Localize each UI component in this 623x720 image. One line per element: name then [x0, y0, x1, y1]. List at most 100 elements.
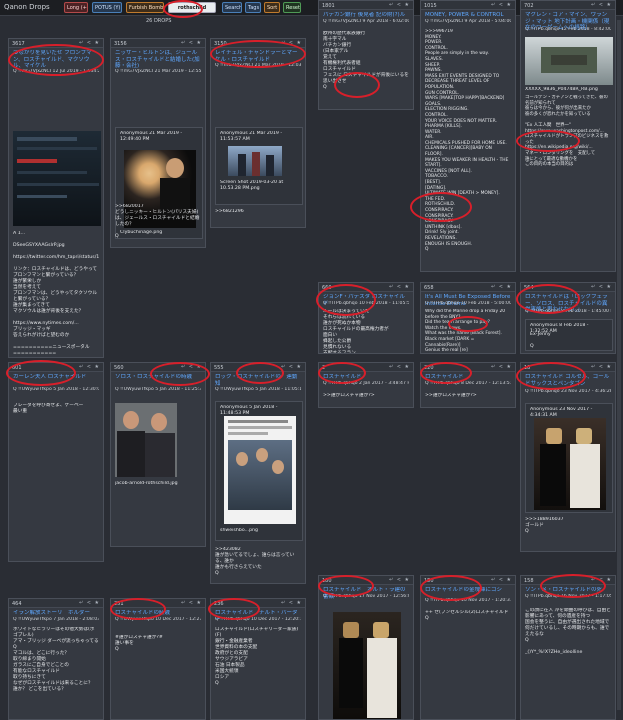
drop-card[interactable]: 3150 ↵ < ★ レイチェル・チャンドラーとマーケル・ロスチャイルド Q !!… [210, 38, 306, 228]
potus-filter-button[interactable]: POTUS (Y) [92, 2, 122, 13]
drop-title[interactable]: ロスチャイルド [425, 374, 511, 381]
drop-meta: Q !!mG7VJxZNCI 9 Apr 2018 - 6:02:00 AM [323, 19, 409, 24]
drop-card[interactable]: 601 ↵ < ★ ガーレン夫人 ロスチャイルド Q !!UWyuwTfkpo 5… [8, 362, 104, 562]
screenshot-image[interactable] [13, 131, 101, 226]
photo-image[interactable] [228, 146, 282, 176]
drop-card[interactable]: 660 ↵ < ★ ジョンF・パデスタ ロスチャイルド Q !!ITPb.qbhq… [318, 282, 414, 354]
drop-body: #誰がロスチャ誰が?# 誰い事を Q [115, 635, 163, 652]
drop-title[interactable]: ロスチャイルドの金塊庫にゴシ [425, 587, 511, 594]
reset-button[interactable]: Reset [283, 2, 301, 13]
photo-image[interactable] [525, 37, 613, 85]
share-icon[interactable]: ↵ < ★ [281, 364, 302, 370]
photo-image[interactable] [115, 403, 177, 477]
drop-title[interactable]: レイチェル・チャンドラーとマーケル・ロスチャイルド [215, 50, 301, 63]
image-filename: jacob-arnold-rothschild.jpg [115, 481, 178, 486]
image-filename: XXXXX_9836_P04748R_RB.png [525, 87, 598, 92]
card-header: 1801 ↵ < ★ [319, 1, 413, 10]
share-icon[interactable]: ↵ < ★ [591, 284, 612, 290]
drop-title[interactable]: パテカン銀行 後見者 記の財(?)ル [323, 12, 409, 19]
drop-title[interactable]: MONEY, POWER & CONTROL [425, 12, 511, 19]
share-icon[interactable]: ↵ < ★ [281, 600, 302, 606]
share-icon[interactable]: ↵ < ★ [281, 40, 302, 46]
share-icon[interactable]: ↵ < ★ [181, 40, 202, 46]
drop-body: Why did the Marine drop a Friday 20 befo… [425, 309, 506, 353]
drop-number: 464 [12, 601, 22, 607]
drop-body: >>423082 誰が急いてるでしょ、誰らは言っている、誰か 誰かも行さらえてい… [215, 547, 295, 576]
drop-title[interactable]: つながりを見いだせ ブロンフマン、ロスチャイルド、マクソウル、マイケル [13, 50, 99, 70]
tweet-screenshot-image[interactable] [224, 416, 296, 524]
drop-title[interactable]: ロスチャイルド [323, 374, 409, 381]
drop-card[interactable]: 236 ↵ < ★ ロスチャイルド ナルト・バーター Q !!ITPb.qbhqo… [210, 598, 306, 720]
drop-count: 26 DROPS [146, 18, 172, 24]
photo-image[interactable] [333, 612, 401, 719]
drop-body-area: >>6820017 どうしニッキー・ヒルトン(パリス夫婦)は、ジェールス・ロスチ… [110, 200, 206, 248]
sort-button[interactable]: Sort [264, 2, 280, 13]
scrollbar[interactable] [617, 20, 621, 710]
search-input[interactable]: rothschild [168, 2, 216, 13]
drop-card[interactable]: 564 ↵ < ★ ロスチャイルドは「ロックフェラー、ソロス、ロスチャイルドの異常… [520, 282, 616, 354]
drop-card[interactable]: 158 ↵ < ★ ソン・メ・ロスチャイルドの死 Q !!ITPb.qbhqo 1… [520, 575, 616, 720]
share-icon[interactable]: ↵ < ★ [591, 2, 612, 8]
share-icon[interactable]: ↵ < ★ [79, 364, 100, 370]
share-icon[interactable]: ↵ < ★ [491, 284, 512, 290]
drop-title[interactable]: ソロス・ロスチャイルドの時歳 [115, 374, 201, 381]
drop-number: 1015 [424, 3, 437, 9]
drop-title[interactable]: ニッサー・ヒルトンは、ジュールス・ロスチャイルドと結婚した(加藤・会社) [115, 50, 201, 70]
app-title: Qanon Drops [4, 3, 50, 11]
drop-number: 601 [12, 365, 22, 371]
share-icon[interactable]: ↵ < ★ [389, 364, 410, 370]
drop-card[interactable]: 658 ↵ < ★ It's All Must Be Exposed Before… [420, 282, 516, 354]
drop-title[interactable]: ソン・メ・ロスチャイルドの死 [525, 587, 611, 594]
drop-meta: Q !!ITPb.qbhqo 17 Nov 2017 - 12:56:08 AM [323, 594, 409, 599]
card-header: 1015 ↵ < ★ [421, 1, 515, 10]
share-icon[interactable]: ↵ < ★ [79, 40, 100, 46]
share-icon[interactable]: ↵ < ★ [389, 284, 410, 290]
furbish-filter-button[interactable]: Furbish Bomb [126, 2, 164, 13]
card-header: 702 ↵ < ★ [521, 1, 615, 10]
photo-image[interactable] [534, 418, 606, 510]
drop-meta: Q !!mG7VJxZNCI 9 Apr 2018 - 5:04:00 AM [425, 19, 511, 24]
drop-card[interactable]: 2 ↵ < ★ ロスチャイルド Q !!ITPb.qbhqo 2 Jan 2017… [318, 362, 414, 408]
drop-card[interactable]: 180 ↵ < ★ ロスチャイルド オルト・ラ建の書類 Q !!ITPb.qbhq… [318, 575, 414, 720]
drop-card[interactable]: 1801 ↵ < ★ パテカン銀行 後見者 記の財(?)ル Q !!mG7VJxZ… [318, 0, 414, 110]
drop-card[interactable]: 150 ↵ < ★ ロスチャイルドの金塊庫にゴシ Q !!ITPb.qbhqo 1… [420, 575, 516, 720]
drop-title[interactable]: イラン解放ストーリ ホルダー [13, 610, 99, 617]
drop-title[interactable]: ロック・ロスチャイルドの 連動知 [215, 374, 301, 387]
card-header: 3617 ↵ < ★ [9, 39, 103, 48]
drop-card[interactable]: 220 ↵ < ★ ロスチャイルド Q !!ITPb.qbhqo 8 Dec 20… [420, 362, 516, 408]
drop-title[interactable]: ロスチャイルドの時歳 [115, 610, 201, 617]
share-icon[interactable]: ↵ < ★ [491, 364, 512, 370]
share-icon[interactable]: ↵ < ★ [389, 2, 410, 8]
share-icon[interactable]: ↵ < ★ [591, 577, 612, 583]
tags-button[interactable]: Tags [245, 2, 261, 13]
card-header: 560 ↵ < ★ [111, 363, 205, 372]
drop-body: ゴールデン・カチアンと戦ってきた、彼の名前が知られて 彼らは今から、彼が何が出来… [525, 95, 609, 168]
drop-card[interactable]: 702 ↵ < ★ マクレン・ゴア・マイン、ウランジ・マット 地下計画・機関係（現… [520, 0, 616, 272]
share-icon[interactable]: ↵ < ★ [491, 2, 512, 8]
share-icon[interactable]: ↵ < ★ [591, 364, 612, 370]
card-header: 180 ↵ < ★ [319, 576, 413, 585]
share-icon[interactable]: ↵ < ★ [181, 364, 202, 370]
drop-number: 180 [322, 578, 332, 584]
drop-card[interactable]: 555 ↵ < ★ ロック・ロスチャイルドの 連動知 Q !!UWyuwTfkpo… [210, 362, 306, 584]
drop-card[interactable]: 464 ↵ < ★ イラン解放ストーリ ホルダー Q !!UWyuwTfkpo 7… [8, 598, 104, 720]
drop-title[interactable]: ガーレン夫人 ロスチャイルド [13, 374, 99, 381]
drop-card[interactable]: 560 ↵ < ★ ソロス・ロスチャイルドの時歳 Q !!UWyuwTfkpo 5… [110, 362, 206, 547]
long-filter-button[interactable]: Long (+) [64, 2, 88, 13]
share-icon[interactable]: ↵ < ★ [181, 600, 202, 606]
drop-card[interactable]: 251 ↵ < ★ ロスチャイルドの時歳 Q !!UWyuwTfkpo 10 De… [110, 598, 206, 720]
drop-body: >>誰がロスチャ誰が?> [425, 393, 477, 398]
card-header: 660 ↵ < ★ [319, 283, 413, 292]
search-button[interactable]: Search [222, 2, 242, 13]
card-header: 251 ↵ < ★ [111, 599, 205, 608]
drop-card[interactable]: 18 ↵ < ★ ロスチャイルド ゴルセル、ゴールドサックスとペンタゴン Q !!… [520, 362, 616, 552]
share-icon[interactable]: ↵ < ★ [79, 600, 100, 606]
drop-title[interactable]: ロスチャイルド ゴルセル、ゴールドサックスとペンタゴン [525, 374, 611, 387]
drop-meta: Q !!ITPb.qbhqo 10 Dec 2017 - 12:20:18 PM [215, 617, 301, 622]
share-icon[interactable]: ↵ < ★ [389, 577, 410, 583]
share-icon[interactable]: ↵ < ★ [491, 577, 512, 583]
reply-box: Anonymous 21 Mar 2019 - 11:53:57 AM Scre… [215, 127, 303, 205]
drop-card[interactable]: 1015 ↵ < ★ MONEY, POWER & CONTROL Q !!mG7… [420, 0, 516, 272]
card-header: 2 ↵ < ★ [319, 363, 413, 372]
drop-card[interactable]: 3617 ↵ < ★ つながりを見いだせ ブロンフマン、ロスチャイルド、マクソウル… [8, 38, 104, 358]
